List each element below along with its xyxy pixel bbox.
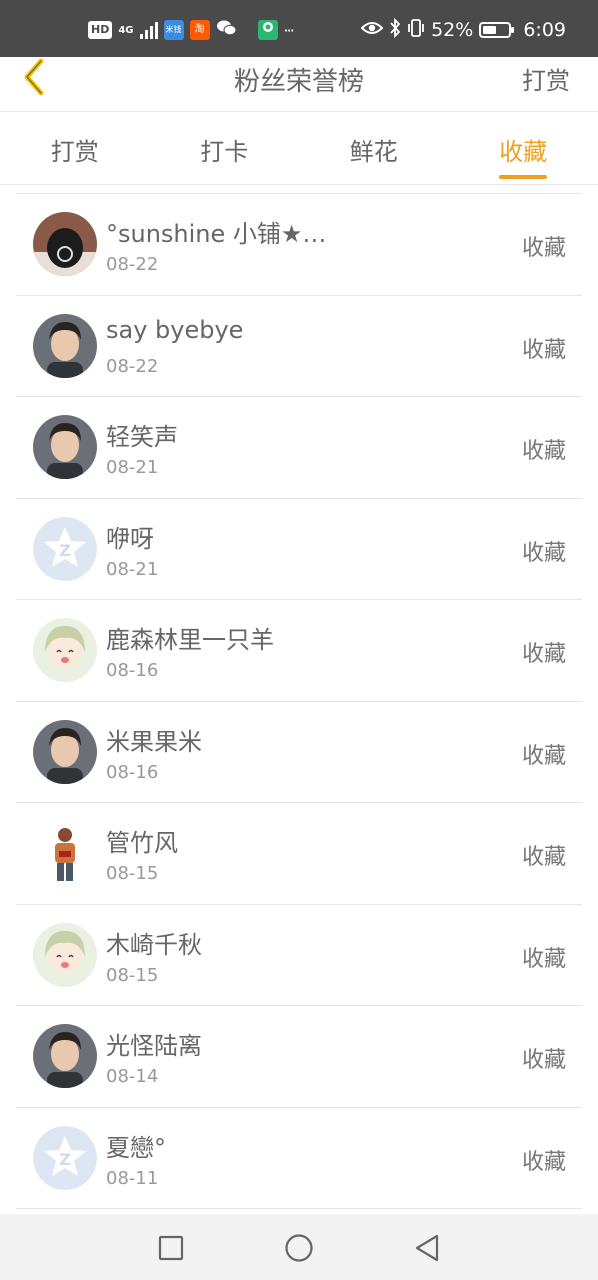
hd-badge: HD bbox=[88, 21, 113, 39]
avatar[interactable] bbox=[33, 821, 97, 885]
tab-label: 打卡 bbox=[200, 138, 249, 166]
fan-name: 米果果米 bbox=[106, 727, 202, 756]
back-nav-button[interactable] bbox=[407, 1228, 447, 1268]
list-item[interactable]: 轻笑声 08-21 收藏 bbox=[16, 397, 582, 499]
game-app-icon bbox=[257, 20, 278, 40]
tab-bar: 打赏 打卡 鲜花 收藏 bbox=[0, 113, 598, 185]
more-notifications-icon: ··· bbox=[283, 20, 295, 40]
fan-name: 光怪陆离 bbox=[106, 1032, 202, 1060]
fan-date: 08-22 bbox=[106, 355, 159, 377]
list-item[interactable]: 管竹风 08-15 收藏 bbox=[16, 803, 582, 905]
app-header: 粉丝荣誉榜 打赏 bbox=[0, 57, 598, 112]
tab-label: 打赏 bbox=[50, 138, 99, 166]
fan-action-label: 收藏 bbox=[521, 1149, 566, 1175]
list-item[interactable]: °sunshine 小铺★… 08-22 收藏 bbox=[16, 194, 582, 296]
tab-label: 收藏 bbox=[499, 132, 548, 179]
recents-button[interactable] bbox=[151, 1228, 191, 1268]
avatar[interactable]: Z bbox=[33, 516, 97, 581]
avatar[interactable] bbox=[33, 922, 97, 987]
circle-icon bbox=[285, 1234, 313, 1262]
fan-action-label: 收藏 bbox=[521, 1048, 566, 1073]
tab-label: 鲜花 bbox=[349, 138, 398, 166]
triangle-back-icon bbox=[415, 1234, 439, 1262]
bluetooth-icon bbox=[389, 17, 401, 43]
eye-icon bbox=[360, 19, 384, 41]
avatar[interactable] bbox=[33, 719, 97, 784]
reward-button[interactable]: 打赏 bbox=[522, 61, 570, 96]
fan-name: 木崎千秋 bbox=[106, 930, 202, 959]
vibrate-icon bbox=[407, 18, 425, 43]
fan-date: 08-14 bbox=[106, 1066, 159, 1087]
network-type: 4G bbox=[118, 24, 134, 36]
fan-action-label: 收藏 bbox=[521, 236, 566, 261]
home-button[interactable] bbox=[279, 1228, 319, 1268]
battery-percent: 52% bbox=[431, 19, 474, 41]
fan-action-label: 收藏 bbox=[521, 337, 566, 363]
list-item[interactable]: Z 夏戀° 08-11 收藏 bbox=[16, 1108, 582, 1209]
fan-date: 08-16 bbox=[106, 660, 159, 681]
fan-date: 08-15 bbox=[106, 964, 159, 986]
avatar[interactable] bbox=[33, 212, 97, 276]
fan-date: 08-11 bbox=[106, 1167, 159, 1189]
fan-name: 轻笑声 bbox=[106, 423, 178, 451]
list-item[interactable]: 米果果米 08-16 收藏 bbox=[16, 702, 582, 803]
svg-text:Z: Z bbox=[59, 541, 71, 560]
fan-action-label: 收藏 bbox=[521, 743, 566, 769]
avatar[interactable] bbox=[33, 1024, 97, 1088]
avatar[interactable] bbox=[33, 313, 97, 378]
fan-action-label: 收藏 bbox=[521, 845, 566, 870]
list-item[interactable]: 鹿森林里一只羊 08-16 收藏 bbox=[16, 600, 582, 702]
tab-reward[interactable]: 打赏 bbox=[0, 113, 150, 184]
fan-name: 夏戀° bbox=[106, 1133, 166, 1162]
status-bar-right: 52% 6:09 bbox=[360, 17, 566, 43]
fan-name: 咿呀 bbox=[106, 524, 154, 553]
fan-list: °sunshine 小铺★… 08-22 收藏 say byebye 08-22 收藏 轻笑… bbox=[16, 193, 582, 1209]
fan-name: °sunshine 小铺★… bbox=[106, 220, 327, 248]
fan-date: 08-22 bbox=[106, 254, 159, 275]
fan-name: 管竹风 bbox=[106, 829, 178, 857]
avatar[interactable] bbox=[33, 415, 97, 479]
square-icon bbox=[158, 1235, 184, 1261]
tab-checkin[interactable]: 打卡 bbox=[150, 113, 300, 184]
mi-app-icon: 米钱 bbox=[163, 20, 184, 40]
fan-action-label: 收藏 bbox=[521, 540, 566, 566]
avatar[interactable]: Z bbox=[33, 1125, 97, 1190]
clock: 6:09 bbox=[523, 19, 566, 41]
system-nav-bar bbox=[0, 1214, 598, 1280]
fan-date: 08-21 bbox=[106, 457, 159, 478]
fan-date: 08-15 bbox=[106, 863, 159, 884]
status-bar: HD 4G 米钱 淘 ··· 52% 6:09 bbox=[0, 0, 598, 57]
tab-favorites[interactable]: 收藏 bbox=[449, 113, 598, 184]
tab-flowers[interactable]: 鲜花 bbox=[299, 113, 449, 184]
list-item[interactable]: 光怪陆离 08-14 收藏 bbox=[16, 1006, 582, 1108]
wechat-icon bbox=[216, 19, 238, 41]
list-item[interactable]: Z 咿呀 08-21 收藏 bbox=[16, 499, 582, 600]
list-item[interactable]: 木崎千秋 08-15 收藏 bbox=[16, 905, 582, 1006]
list-item[interactable]: say byebye 08-22 收藏 bbox=[16, 296, 582, 397]
fan-action-label: 收藏 bbox=[521, 642, 566, 667]
fan-action-label: 收藏 bbox=[521, 946, 566, 972]
status-bar-left: HD 4G 米钱 淘 ··· bbox=[88, 18, 295, 42]
fan-action-label: 收藏 bbox=[521, 439, 566, 464]
svg-text:Z: Z bbox=[59, 1150, 71, 1169]
page-title: 粉丝荣誉榜 bbox=[233, 67, 364, 97]
fan-date: 08-21 bbox=[106, 558, 159, 580]
battery-icon bbox=[479, 22, 515, 38]
avatar[interactable] bbox=[33, 618, 97, 682]
signal-icon bbox=[139, 21, 158, 39]
fan-date: 08-16 bbox=[106, 761, 159, 783]
fan-name: say byebye bbox=[106, 315, 244, 344]
fan-name: 鹿森林里一只羊 bbox=[106, 626, 274, 654]
taobao-icon: 淘 bbox=[189, 20, 210, 40]
